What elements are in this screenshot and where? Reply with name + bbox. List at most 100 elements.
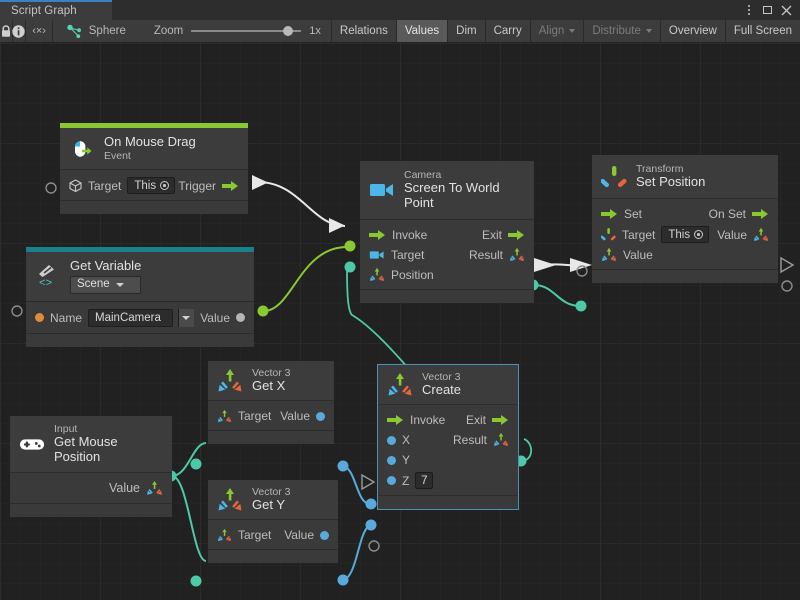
overview-button[interactable]: Overview [660, 20, 725, 42]
port-invoke-in[interactable]: Invoke [369, 228, 427, 242]
z-value-field[interactable]: 7 [415, 472, 433, 489]
kebab-menu-icon[interactable] [739, 0, 758, 20]
port-result-out[interactable]: Result [469, 247, 525, 263]
port-label-invoke: Invoke [410, 413, 445, 427]
value-port-icon[interactable] [35, 313, 44, 322]
port-value-out[interactable]: Value [200, 311, 245, 325]
vector3-icon [493, 432, 509, 448]
camera-icon [369, 249, 385, 261]
port-result-out[interactable]: Result [453, 432, 509, 448]
node-header: Transform Set Position [592, 155, 778, 198]
port-row: Z 7 [378, 470, 518, 491]
maximize-icon[interactable] [758, 0, 777, 20]
port-onset-out[interactable]: On Set [709, 207, 769, 221]
node-header: On Mouse Drag Event [60, 128, 248, 169]
distribute-button[interactable]: Distribute [583, 20, 660, 42]
align-button[interactable]: Align [530, 20, 584, 42]
port-label-z: Z [402, 474, 409, 488]
port-exit-out[interactable]: Exit [466, 413, 509, 427]
port-label-name: Name [50, 311, 82, 325]
chevron-down-icon [646, 29, 652, 33]
node-transform-set-position[interactable]: Transform Set Position Set On Set [592, 155, 778, 283]
node-vector3-get-x[interactable]: Vector 3 Get X Target Value [208, 361, 334, 444]
float-port-icon[interactable] [320, 531, 329, 540]
variable-name-dropdown[interactable]: MainCamera [88, 309, 173, 327]
port-label-target: Target [88, 179, 121, 193]
zoom-slider[interactable] [191, 26, 301, 37]
float-port-icon[interactable] [387, 456, 396, 465]
tab-script-graph[interactable]: Script Graph [0, 0, 112, 20]
port-value-in[interactable]: Value [601, 247, 653, 263]
node-vector3-create[interactable]: Vector 3 Create Invoke Exit [378, 365, 518, 509]
node-title: Get Y [252, 498, 291, 513]
flow-arrow-icon [601, 208, 618, 220]
port-trigger-out[interactable]: Trigger [178, 179, 239, 193]
value-port-icon[interactable] [236, 313, 245, 322]
port-value-out[interactable]: Value [280, 409, 325, 423]
variable-icon: <> [35, 263, 61, 289]
vector3-icon [753, 227, 769, 243]
float-port-icon[interactable] [387, 476, 396, 485]
graph-canvas[interactable]: On Mouse Drag Event Target This [0, 43, 800, 600]
relations-button[interactable]: Relations [331, 20, 396, 42]
port-label-value: Value [109, 481, 140, 495]
port-value-out[interactable]: Value [109, 480, 163, 497]
port-label-on-set: On Set [709, 207, 746, 221]
code-toggle-button[interactable]: ‹×› [26, 20, 53, 42]
node-camera-screen-to-world-point[interactable]: Camera Screen To World Point Invoke Exit [360, 161, 534, 303]
gamepad-icon [19, 431, 45, 457]
port-row: Target This Trigger [60, 175, 248, 196]
port-set-in[interactable]: Set [601, 207, 642, 221]
node-header: Camera Screen To World Point [360, 161, 534, 219]
info-icon[interactable] [12, 20, 25, 42]
port-target-in[interactable]: Target [217, 528, 271, 543]
port-value-out[interactable]: Value [284, 528, 329, 542]
port-target-in[interactable]: Target [217, 409, 271, 424]
graph-toolbar: ‹×› Sphere Zoom 1x Relations Values Dim … [0, 20, 800, 43]
port-x-in[interactable]: X [387, 433, 410, 447]
graph-object-field[interactable]: Sphere [53, 20, 138, 42]
float-port-icon[interactable] [387, 436, 396, 445]
values-button[interactable]: Values [396, 20, 447, 42]
node-input-get-mouse-position[interactable]: Input Get Mouse Position Value [10, 416, 172, 517]
target-picker-icon[interactable] [160, 181, 169, 190]
port-y-in[interactable]: Y [387, 453, 410, 467]
port-target-in[interactable]: Target This [69, 177, 175, 194]
carry-button[interactable]: Carry [485, 20, 530, 42]
node-footer [26, 333, 254, 347]
full-screen-button[interactable]: Full Screen [725, 20, 800, 42]
port-position-in[interactable]: Position [369, 267, 434, 283]
zoom-slider-knob[interactable] [283, 26, 293, 36]
port-row: Name MainCamera Value [26, 307, 254, 329]
flow-arrow-icon [752, 208, 769, 220]
this-selector[interactable]: This [661, 226, 709, 243]
port-invoke-in[interactable]: Invoke [387, 413, 445, 427]
close-icon[interactable] [777, 0, 796, 20]
node-vector3-get-y[interactable]: Vector 3 Get Y Target Value [208, 480, 338, 563]
flow-arrow-icon [508, 229, 525, 241]
lock-icon[interactable] [0, 20, 12, 42]
port-label-exit: Exit [466, 413, 486, 427]
port-z-in[interactable]: Z 7 [387, 472, 433, 489]
node-title: Get X [252, 379, 291, 394]
node-get-variable[interactable]: <> Get Variable Scene Name MainC [26, 247, 254, 347]
port-name-in[interactable]: Name MainCamera [35, 309, 194, 327]
port-target-in[interactable]: Target [369, 248, 424, 262]
node-header: Vector 3 Get X [208, 361, 334, 400]
port-label-y: Y [402, 453, 410, 467]
float-port-icon[interactable] [316, 412, 325, 421]
dim-button[interactable]: Dim [447, 20, 484, 42]
port-exit-out[interactable]: Exit [482, 228, 525, 242]
zoom-control[interactable]: Zoom 1x [138, 20, 331, 42]
port-target-in[interactable]: Target This [601, 226, 709, 243]
vector3-icon [509, 247, 525, 263]
port-label-value-out: Value [717, 228, 747, 242]
target-picker-icon[interactable] [694, 230, 703, 239]
port-row: Value [10, 478, 172, 499]
port-value-out[interactable]: Value [717, 227, 769, 243]
node-on-mouse-drag[interactable]: On Mouse Drag Event Target This [60, 123, 248, 214]
scope-dropdown[interactable]: Scene [70, 276, 141, 294]
node-footer [592, 269, 778, 283]
this-selector[interactable]: This [127, 177, 175, 194]
chevron-down-icon[interactable] [178, 309, 194, 327]
